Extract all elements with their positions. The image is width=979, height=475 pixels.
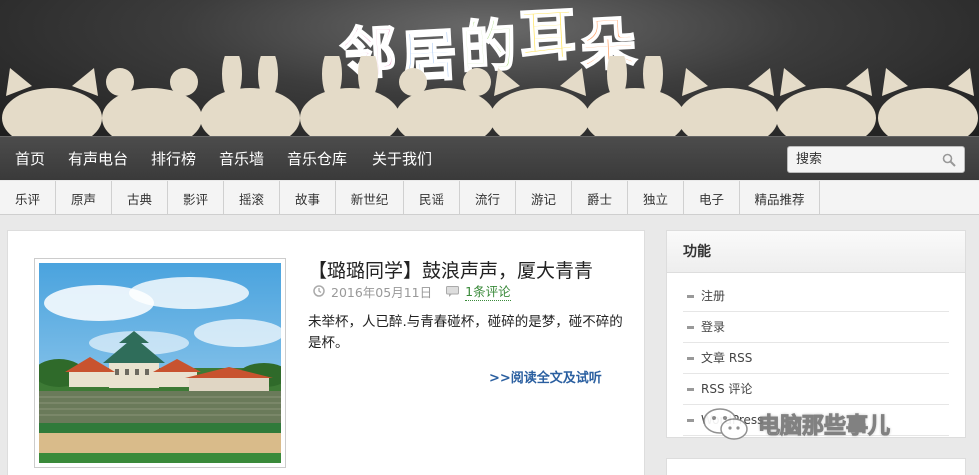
search-icon[interactable] (942, 153, 956, 167)
category-tab[interactable]: 电子 (684, 181, 740, 215)
sidebar-item-comments-rss[interactable]: RSS 评论 (683, 374, 949, 405)
animal-head-shape (878, 68, 978, 136)
watermark-text: 电脑那些事儿 (757, 414, 891, 440)
category-tab[interactable]: 独立 (628, 181, 684, 215)
sidebar-item-login[interactable]: 登录 (683, 312, 949, 343)
category-tab[interactable]: 流行 (460, 181, 516, 215)
animal-head-shape (300, 56, 400, 136)
comment-icon (446, 285, 460, 297)
category-tab[interactable]: 精品推荐 (740, 181, 820, 215)
main-nav: 首页 有声电台 排行榜 音乐墙 音乐仓库 关于我们 (0, 136, 979, 180)
bullet-icon (687, 357, 694, 360)
post-date: 2016年05月11日 (331, 284, 433, 300)
animal-head-shape (102, 68, 202, 136)
animal-head-shape (585, 56, 685, 136)
sidebar-widget-next (666, 458, 966, 475)
category-tab[interactable]: 乐评 (0, 181, 56, 215)
animal-head-shape (678, 68, 778, 136)
post-thumbnail[interactable] (34, 258, 286, 468)
category-tab[interactable]: 游记 (516, 181, 572, 215)
post-meta: 2016年05月11日 1条评论 (313, 281, 511, 301)
clock-icon (313, 285, 325, 297)
category-tab[interactable]: 故事 (280, 181, 336, 215)
widget-title: 功能 (667, 231, 965, 273)
category-tab[interactable]: 影评 (168, 181, 224, 215)
post-excerpt: 未举杯，人已醉.与青春碰杯，碰碎的是梦，碰不碎的是杯。 (308, 314, 623, 351)
animal-head-shape (776, 68, 876, 136)
search-box (787, 146, 965, 173)
category-tab[interactable]: 民谣 (404, 181, 460, 215)
bullet-icon (687, 388, 694, 391)
comments-link[interactable]: 1条评论 (465, 281, 511, 301)
nav-charts[interactable]: 排行榜 (151, 148, 196, 169)
post-title[interactable]: 【璐璐同学】鼓浪声声，厦大青青 (308, 256, 593, 283)
bullet-icon (687, 419, 694, 422)
sidebar-item-label: 注册 (701, 289, 726, 303)
nav-music-wall[interactable]: 音乐墙 (219, 148, 264, 169)
watermark: 电脑那些事儿 (702, 406, 891, 442)
nav-about[interactable]: 关于我们 (372, 148, 432, 169)
animal-head-shape (395, 68, 495, 136)
category-tab[interactable]: 新世纪 (336, 181, 404, 215)
site-header: 邻居的耳朵 (0, 0, 979, 136)
animal-head-shape (200, 56, 300, 136)
campus-photo (39, 263, 281, 463)
animal-heads-decoration (2, 56, 978, 136)
category-bar: 乐评 原声 古典 影评 摇滚 故事 新世纪 民谣 流行 游记 爵士 独立 电子 精品推荐 (0, 181, 979, 215)
category-tab[interactable]: 古典 (112, 181, 168, 215)
nav-music-warehouse[interactable]: 音乐仓库 (287, 148, 347, 169)
bullet-icon (687, 326, 694, 329)
animal-head-shape (2, 68, 102, 136)
category-tab[interactable]: 爵士 (572, 181, 628, 215)
nav-home[interactable]: 首页 (15, 148, 45, 169)
nav-radio[interactable]: 有声电台 (68, 148, 128, 169)
sidebar-item-posts-rss[interactable]: 文章 RSS (683, 343, 949, 374)
category-tab[interactable]: 原声 (56, 181, 112, 215)
search-input[interactable] (788, 147, 938, 172)
wechat-icon (703, 408, 748, 440)
animal-head-shape (490, 68, 590, 136)
read-more-link[interactable]: >>阅读全文及试听 (489, 367, 602, 386)
bullet-icon (687, 295, 694, 298)
category-tab[interactable]: 摇滚 (224, 181, 280, 215)
sidebar-item-label: RSS 评论 (701, 382, 753, 396)
sidebar-item-register[interactable]: 注册 (683, 281, 949, 312)
sidebar-item-label: 文章 RSS (701, 351, 753, 365)
sidebar-item-label: 登录 (701, 320, 726, 334)
post-card: 【璐璐同学】鼓浪声声，厦大青青 2016年05月11日 1条评论 未举杯，人已醉… (7, 230, 645, 475)
